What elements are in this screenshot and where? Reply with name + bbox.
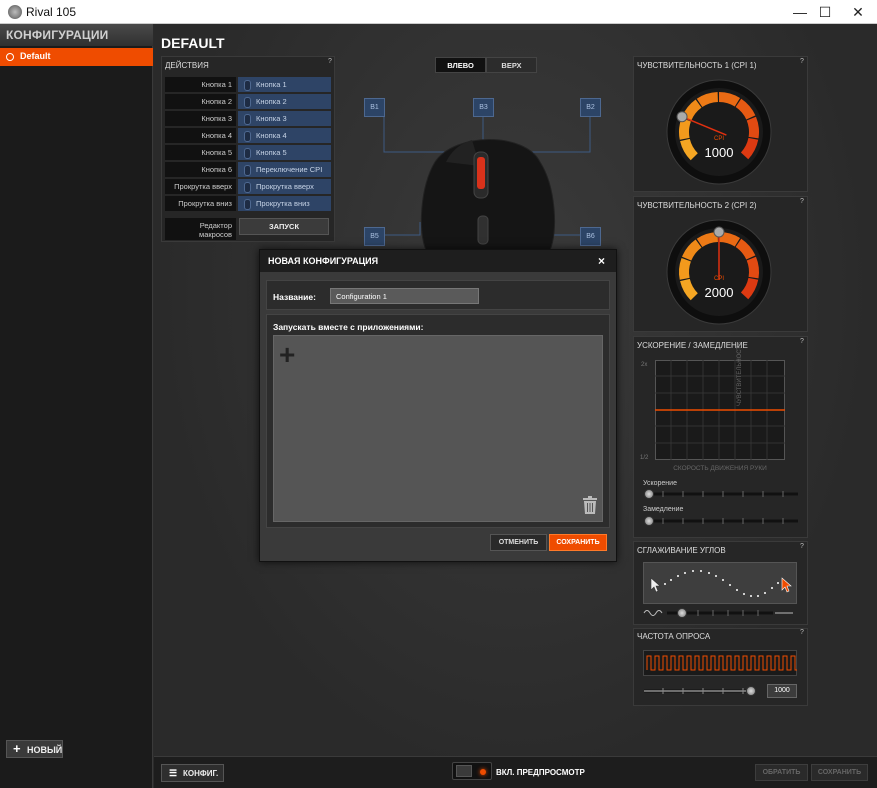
- action-row: Прокрутка вверх Прокрутка вверх: [165, 179, 331, 194]
- sensitivity1-header: ЧУВСТВИТЕЛЬНОСТЬ 1 (CPI 1): [637, 61, 757, 70]
- action-row: Кнопка 1 Кнопка 1: [165, 77, 331, 92]
- sidebar-item-label: Default: [20, 51, 51, 61]
- action-assignment-button[interactable]: Кнопка 3: [238, 111, 331, 126]
- action-key-label: Кнопка 4: [165, 128, 236, 143]
- acceleration-header: УСКОРЕНИЕ / ЗАМЕДЛЕНИЕ: [637, 341, 748, 350]
- apps-list[interactable]: [273, 335, 603, 522]
- view-top-button[interactable]: ВЕРХ: [486, 57, 537, 73]
- action-assignment-button[interactable]: Кнопка 5: [238, 145, 331, 160]
- help-icon[interactable]: ?: [800, 338, 804, 345]
- sidebar-item-default[interactable]: Default: [0, 48, 153, 66]
- accel-label: Ускорение: [643, 480, 677, 487]
- polling-rate-slider: [644, 688, 755, 694]
- help-icon[interactable]: ?: [328, 58, 332, 65]
- launch-macro-button[interactable]: ЗАПУСК: [239, 218, 329, 235]
- help-icon[interactable]: ?: [800, 543, 804, 550]
- action-key-label: Прокрутка вверх: [165, 179, 236, 194]
- action-key-label: Кнопка 5: [165, 145, 236, 160]
- mouse-button-b3[interactable]: B3: [473, 98, 494, 117]
- window-title: Rival 105: [26, 5, 77, 19]
- action-key-label: Прокрутка вниз: [165, 196, 236, 211]
- polling-rate-value[interactable]: 1000: [767, 684, 797, 698]
- accel-ymin: 1/2: [640, 455, 649, 461]
- angle-snapping-handle[interactable]: [677, 608, 687, 618]
- action-assignment-button[interactable]: Кнопка 1: [238, 77, 331, 92]
- action-assignment-button[interactable]: Переключение CPI: [238, 162, 331, 177]
- cpi1-value: 1000: [704, 145, 734, 160]
- accel-slider-handle[interactable]: [644, 489, 654, 499]
- apps-label: Запускать вместе с приложениями:: [273, 322, 424, 332]
- trash-icon[interactable]: [582, 496, 598, 514]
- angle-snapping-preview: [643, 562, 797, 604]
- view-left-button[interactable]: ВЛЕВО: [435, 57, 486, 73]
- action-assignment-button[interactable]: Прокрутка вниз: [238, 196, 331, 211]
- acceleration-graph: [655, 360, 785, 460]
- list-icon: ☰: [169, 768, 178, 778]
- page-title: DEFAULT: [161, 35, 225, 51]
- mouse-button-b5[interactable]: B5: [364, 227, 385, 246]
- help-icon[interactable]: ?: [800, 58, 804, 65]
- accel-decel-sliders: [645, 491, 798, 524]
- app-icon: [8, 5, 22, 19]
- preview-label: ВКЛ. ПРЕДПРОСМОТР: [496, 768, 585, 777]
- sidebar-header: КОНФИГУРАЦИИ: [0, 24, 153, 46]
- save-all-button[interactable]: СОХРАНИТЬ: [811, 764, 868, 781]
- mouse-button-b1[interactable]: B1: [364, 98, 385, 117]
- cpi2-unit: CPI: [713, 276, 724, 282]
- macro-editor-label: Редактор макросов: [165, 218, 236, 240]
- action-key-label: Кнопка 3: [165, 111, 236, 126]
- sidebar-title: КОНФИГУРАЦИИ: [6, 28, 109, 42]
- action-row: Кнопка 2 Кнопка 2: [165, 94, 331, 109]
- cancel-button[interactable]: ОТМЕНИТЬ: [490, 534, 547, 551]
- accel-yaxis-label: ЧУВСТВИТЕЛЬНОСТЬ: [737, 341, 743, 406]
- sensitivity2-header: ЧУВСТВИТЕЛЬНОСТЬ 2 (CPI 2): [637, 201, 757, 210]
- help-icon[interactable]: ?: [800, 198, 804, 205]
- save-button[interactable]: СОХРАНИТЬ: [549, 534, 607, 551]
- config-menu-button[interactable]: ☰ КОНФИГ.: [161, 764, 224, 782]
- mouse-button-b6[interactable]: B6: [580, 227, 601, 246]
- action-key-label: Кнопка 2: [165, 94, 236, 109]
- action-key-label: Кнопка 6: [165, 162, 236, 177]
- dialog-title: НОВАЯ КОНФИГУРАЦИЯ: [268, 256, 379, 266]
- preview-toggle[interactable]: [452, 762, 492, 780]
- help-icon[interactable]: ?: [800, 629, 804, 636]
- polling-rate-handle[interactable]: [746, 686, 756, 696]
- action-assignment-button[interactable]: Прокрутка вверх: [238, 179, 331, 194]
- close-window-button[interactable]: ✕: [836, 0, 877, 24]
- action-row: Прокрутка вниз Прокрутка вниз: [165, 196, 331, 211]
- dialog-close-icon[interactable]: ×: [598, 254, 605, 268]
- cpi1-unit: CPI: [713, 136, 724, 142]
- action-assignment-button[interactable]: Кнопка 4: [238, 128, 331, 143]
- window-titlebar: Rival 105 — ☐ ✕: [0, 0, 877, 24]
- angle-snapping-header: СГЛАЖИВАНИЕ УГЛОВ: [637, 546, 726, 555]
- cpi1-gauge[interactable]: [666, 79, 772, 185]
- mouse-button-b2[interactable]: B2: [580, 98, 601, 117]
- polling-rate-header: ЧАСТОТА ОПРОСА: [637, 632, 711, 641]
- polling-rate-wave: [643, 650, 797, 676]
- action-row: Кнопка 5 Кнопка 5: [165, 145, 331, 160]
- plus-icon: +: [13, 741, 21, 756]
- action-row: Кнопка 6 Переключение CPI: [165, 162, 331, 177]
- config-menu-label: КОНФИГ.: [183, 769, 219, 778]
- new-config-label: НОВЫЙ: [27, 745, 63, 755]
- angle-snapping-slider: [643, 610, 793, 616]
- decel-slider-handle[interactable]: [644, 516, 654, 526]
- action-assignment-button[interactable]: Кнопка 2: [238, 94, 331, 109]
- config-name-input[interactable]: [330, 288, 479, 304]
- name-label: Название:: [273, 292, 316, 302]
- add-app-icon[interactable]: +: [279, 341, 295, 369]
- configurations-sidebar: КОНФИГУРАЦИИ Default: [0, 24, 153, 788]
- cpi2-gauge[interactable]: [666, 219, 772, 325]
- accel-xaxis-label: СКОРОСТЬ ДВИЖЕНИЯ РУКИ: [673, 465, 767, 472]
- radio-icon: [6, 53, 14, 61]
- revert-button[interactable]: ОБРАТИТЬ: [755, 764, 808, 781]
- action-row: Кнопка 3 Кнопка 3: [165, 111, 331, 126]
- actions-header: ДЕЙСТВИЯ: [165, 61, 209, 70]
- new-config-button[interactable]: + НОВЫЙ: [6, 740, 63, 758]
- action-row: Кнопка 4 Кнопка 4: [165, 128, 331, 143]
- accel-ymax: 2x: [641, 362, 648, 368]
- action-key-label: Кнопка 1: [165, 77, 236, 92]
